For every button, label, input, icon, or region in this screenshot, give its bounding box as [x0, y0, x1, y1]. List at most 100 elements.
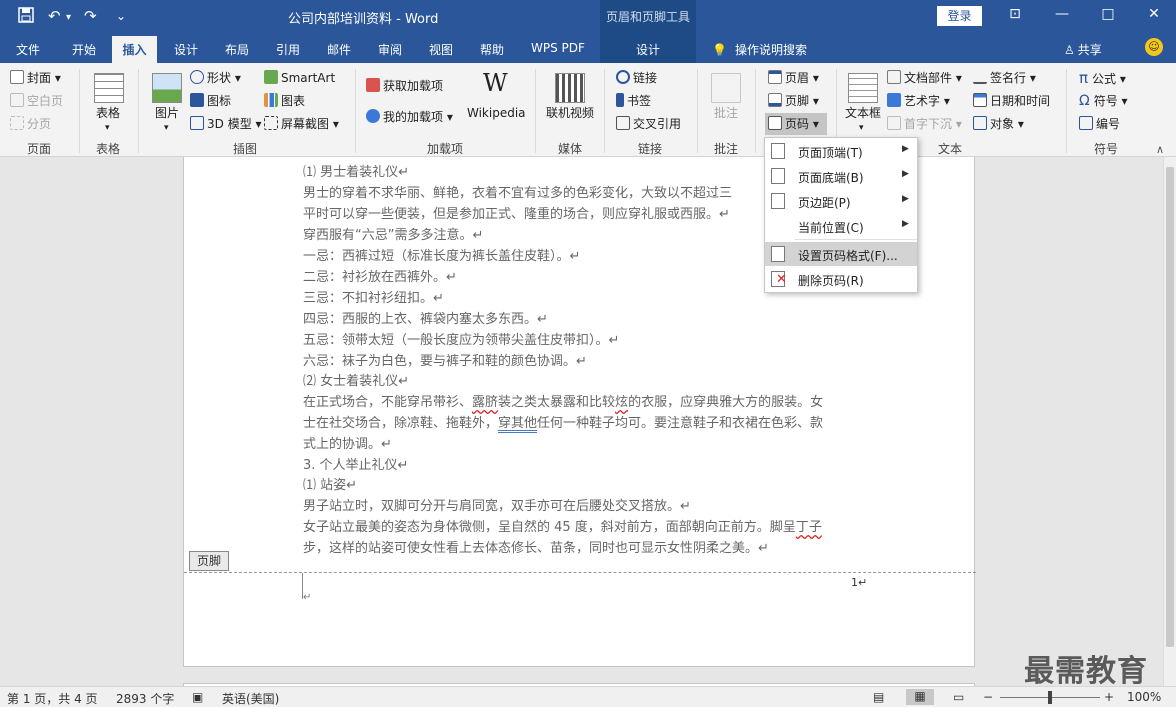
group-separator	[697, 69, 698, 153]
menu-item-current-position[interactable]: 当前位置(C) ▶	[765, 214, 917, 238]
undo-icon[interactable]: ↶	[48, 7, 61, 25]
ribbon-display-options-icon[interactable]: ⊡	[1000, 6, 1030, 26]
tell-me-search[interactable]: 💡 操作说明搜索	[712, 41, 807, 58]
picture-icon[interactable]	[152, 73, 182, 103]
wikipedia-label[interactable]: Wikipedia	[467, 105, 526, 121]
link-button[interactable]: 链接	[616, 70, 657, 86]
group-label-tables: 表格	[96, 142, 121, 156]
table-icon[interactable]	[94, 73, 124, 103]
tab-design[interactable]: 设计	[174, 41, 198, 58]
chart-button[interactable]: 图表	[264, 93, 305, 109]
customize-quick-access-icon[interactable]: ⌄	[116, 7, 126, 25]
zoom-out-button[interactable]: −	[983, 690, 993, 704]
get-addins-button[interactable]: 获取加载项	[366, 78, 443, 94]
date-time-button[interactable]: 日期和时间	[973, 93, 1050, 109]
text-run: 装之类太暴露和比较	[498, 395, 616, 410]
wikipedia-icon[interactable]: W	[483, 68, 508, 98]
symbol-button[interactable]: Ω 符号 ▾	[1079, 93, 1128, 109]
group-separator	[1066, 69, 1067, 153]
print-layout-icon[interactable]: ▦	[906, 689, 934, 705]
text-box-dropdown-icon[interactable]: ▾	[859, 120, 864, 136]
menu-item-top-of-page[interactable]: 页面顶端(T) ▶	[765, 139, 917, 163]
tab-insert[interactable]: 插入	[112, 36, 157, 64]
3d-models-button[interactable]: 3D 模型 ▾	[190, 116, 262, 132]
collapse-ribbon-icon[interactable]: ∧	[1156, 143, 1164, 156]
equation-button[interactable]: π 公式 ▾	[1079, 70, 1126, 87]
page-count-status[interactable]: 第 1 页，共 4 页	[7, 690, 98, 707]
save-icon[interactable]	[18, 7, 34, 27]
online-video-label[interactable]: 联机视频	[546, 105, 594, 121]
wordart-button[interactable]: 艺术字 ▾	[887, 93, 950, 109]
close-icon[interactable]: ✕	[1139, 6, 1169, 26]
shapes-button[interactable]: 形状 ▾	[190, 70, 241, 86]
menu-item-bottom-of-page[interactable]: 页面底端(B) ▶	[765, 164, 917, 188]
screenshot-button[interactable]: 屏幕截图 ▾	[264, 116, 339, 132]
icons-button[interactable]: 图标	[190, 93, 231, 109]
text-box-label[interactable]: 文本框	[845, 105, 881, 121]
tab-file[interactable]: 文件	[16, 41, 40, 58]
picture-dropdown-icon[interactable]: ▾	[164, 120, 169, 136]
drop-cap-button[interactable]: 首字下沉 ▾	[887, 116, 962, 132]
tab-view[interactable]: 视图	[429, 41, 453, 58]
footer-button[interactable]: 页脚 ▾	[768, 93, 819, 109]
vertical-scrollbar[interactable]	[1163, 157, 1176, 686]
page-number-button[interactable]: 页码 ▾	[765, 113, 827, 135]
comment-icon[interactable]	[711, 73, 741, 103]
number-button[interactable]: 编号	[1079, 116, 1120, 132]
picture-button-label[interactable]: 图片	[155, 105, 179, 121]
signature-line-button[interactable]: 签名行 ▾	[973, 70, 1036, 86]
smartart-label: SmartArt	[281, 71, 336, 85]
group-label-illustrations: 插图	[233, 142, 258, 156]
read-mode-icon[interactable]: ▤	[873, 690, 884, 704]
tab-references[interactable]: 引用	[276, 41, 300, 58]
page-number-field[interactable]: 1↵	[851, 576, 867, 589]
tab-review[interactable]: 审阅	[378, 41, 402, 58]
blank-page-button[interactable]: 空白页	[10, 93, 63, 109]
chart-icon	[264, 93, 278, 107]
menu-item-remove-page-numbers[interactable]: ✕ 删除页码(R)	[765, 267, 917, 291]
word-count-status[interactable]: 2893 个字	[116, 690, 174, 707]
language-status[interactable]: 英语(美国)	[222, 690, 279, 707]
blank-page-icon	[10, 93, 24, 107]
cross-reference-button[interactable]: 交叉引用	[616, 116, 681, 132]
menu-item-format-page-numbers[interactable]: 设置页码格式(F)...	[765, 242, 917, 266]
login-button[interactable]: 登录	[937, 6, 982, 26]
group-label-symbols: 符号	[1094, 142, 1119, 156]
redo-icon[interactable]: ↷	[84, 7, 97, 25]
tab-home[interactable]: 开始	[72, 41, 96, 58]
page-break-button[interactable]: 分页	[10, 116, 51, 132]
web-layout-icon[interactable]: ▭	[953, 690, 964, 704]
table-button-label[interactable]: 表格	[96, 105, 120, 121]
tab-help[interactable]: 帮助	[480, 41, 504, 58]
proofing-icon[interactable]: ▣	[192, 690, 203, 704]
menu-item-page-margins[interactable]: 页边距(P) ▶	[765, 189, 917, 213]
scrollbar-thumb[interactable]	[1166, 167, 1174, 647]
smartart-button[interactable]: SmartArt	[264, 70, 335, 86]
table-dropdown-icon[interactable]: ▾	[105, 120, 110, 136]
tab-layout[interactable]: 布局	[225, 41, 249, 58]
bookmark-button[interactable]: 书签	[616, 93, 651, 109]
comment-button-label[interactable]: 批注	[714, 105, 738, 121]
zoom-slider-thumb[interactable]	[1048, 691, 1052, 704]
tab-header-footer-design[interactable]: 设计	[600, 33, 696, 63]
spelling-error: 丁子	[795, 520, 822, 535]
object-button[interactable]: 对象 ▾	[973, 116, 1024, 132]
current-position-icon	[771, 218, 785, 234]
undo-dropdown-icon[interactable]: ▾	[66, 9, 71, 27]
online-video-icon[interactable]	[555, 73, 585, 103]
menu-item-label: 页边距(P)	[798, 196, 851, 210]
zoom-in-button[interactable]: +	[1104, 690, 1114, 704]
cover-page-button[interactable]: 封面 ▾	[10, 70, 61, 86]
minimize-icon[interactable]: —	[1047, 6, 1077, 26]
spelling-error: 露脐	[472, 395, 499, 410]
quick-parts-button[interactable]: 文档部件 ▾	[887, 70, 962, 86]
zoom-level[interactable]: 100%	[1127, 690, 1161, 704]
header-button[interactable]: 页眉 ▾	[768, 70, 819, 86]
tab-mailings[interactable]: 邮件	[327, 41, 351, 58]
my-addins-button[interactable]: 我的加载项 ▾	[366, 109, 453, 125]
tab-wps-pdf[interactable]: WPS PDF	[531, 41, 585, 55]
share-button[interactable]: ♙ 共享	[1064, 41, 1102, 58]
text-box-icon[interactable]	[848, 73, 878, 103]
restore-icon[interactable]: □	[1093, 6, 1123, 26]
feedback-smiley-icon[interactable]: ☺	[1145, 38, 1163, 56]
